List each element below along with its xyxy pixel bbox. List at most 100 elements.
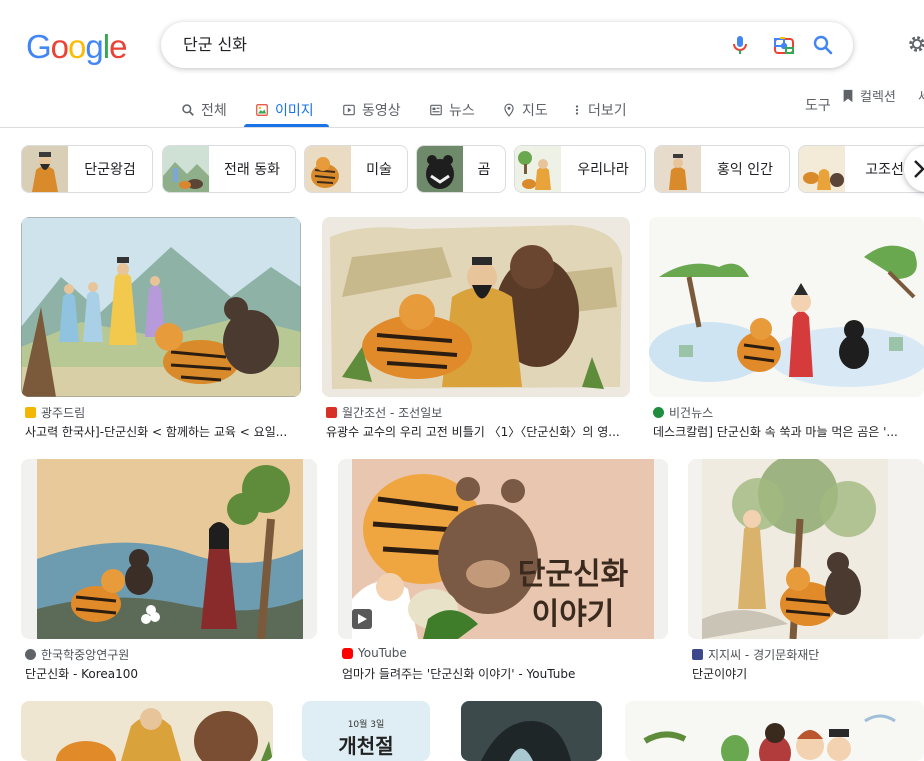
thumb-text-line2: 이야기	[532, 597, 615, 632]
result-tile[interactable]: 단군신화 이야기 YouTube 엄마가 들려주는 '단군신화 이야기' - Y…	[338, 459, 668, 685]
result-tile[interactable]: 10월 3일 개천절	[302, 701, 430, 761]
tab-all-label: 전체	[201, 103, 227, 119]
chip-thumbnail	[655, 146, 701, 192]
google-logo[interactable]: Google	[26, 28, 127, 66]
source-favicon	[25, 649, 36, 660]
result-image[interactable]	[21, 701, 273, 761]
source-favicon	[25, 407, 36, 418]
chip-thumbnail	[515, 146, 561, 192]
result-tile[interactable]: 지지씨 - 경기문화재단 단군이야기	[688, 459, 924, 685]
search-input[interactable]	[183, 22, 703, 68]
chevron-right-icon	[914, 160, 924, 178]
chip-folk-tale[interactable]: 전래 동화	[162, 145, 296, 193]
thumb-text-line1: 단군신화	[518, 557, 629, 592]
result-source-label: 한국학중앙연구원	[41, 648, 130, 662]
tab-all[interactable]: 전체	[181, 94, 227, 126]
result-title[interactable]: 유광수 교수의 우리 고전 비틀기 〈1〉〈단군신화〉의 영...	[326, 423, 630, 440]
result-tile[interactable]: 광주드림 사고력 한국사]-단군신화 < 함께하는 교육 < 요일...	[21, 217, 301, 443]
result-title[interactable]: 데스크칼럼] 단군신화 속 쑥과 마늘 먹은 곰은 '...	[653, 423, 915, 440]
result-source[interactable]: 광주드림	[25, 404, 85, 421]
tab-images-label: 이미지	[275, 103, 314, 119]
result-title[interactable]: 단군이야기	[692, 665, 924, 682]
thumb-date-text: 10월 3일	[348, 718, 385, 730]
result-image[interactable]	[21, 217, 301, 397]
tab-videos[interactable]: 동영상	[342, 94, 401, 126]
result-title[interactable]: 사고력 한국사]-단군신화 < 함께하는 교육 < 요일...	[25, 423, 301, 440]
chip-thumbnail	[417, 146, 463, 192]
result-source[interactable]: 한국학중앙연구원	[25, 646, 129, 663]
result-tile[interactable]	[21, 701, 273, 761]
collections-label: 컬렉션	[860, 90, 896, 105]
tab-news[interactable]: 뉴스	[429, 94, 475, 126]
microphone-icon[interactable]	[728, 33, 752, 57]
search-tabs: 전체 이미지 동영상 뉴스 지도 더보기	[0, 88, 924, 128]
result-source-label: 광주드림	[41, 406, 86, 420]
tab-images[interactable]: 이미지	[255, 94, 314, 126]
thumb-title-text: 개천절	[338, 734, 393, 758]
play-icon	[343, 104, 355, 116]
news-icon	[430, 104, 442, 116]
tab-videos-label: 동영상	[362, 103, 401, 119]
chip-bear[interactable]: 곰	[416, 145, 506, 193]
logo-letter-e: e	[109, 28, 127, 65]
source-favicon	[692, 649, 703, 660]
search-icon[interactable]	[811, 33, 835, 57]
result-source-label: 지지씨 - 경기문화재단	[708, 648, 820, 662]
chip-hongik-ingan[interactable]: 홍익 인간	[654, 145, 790, 193]
more-vert-icon	[575, 105, 579, 115]
result-source[interactable]: 월간조선 - 조선일보	[326, 404, 442, 421]
result-image[interactable]	[688, 459, 924, 639]
source-favicon	[653, 407, 664, 418]
settings-gear-icon[interactable]	[906, 33, 924, 55]
result-image[interactable]	[625, 701, 924, 761]
chip-dangun-wanggeom[interactable]: 단군왕검	[21, 145, 153, 193]
result-title[interactable]: 단군신화 - Korea100	[25, 665, 317, 682]
tab-news-label: 뉴스	[449, 103, 475, 119]
collections-button[interactable]: 컬렉션	[842, 86, 896, 105]
bookmark-icon	[843, 89, 853, 102]
chip-thumbnail	[305, 146, 351, 192]
tab-maps[interactable]: 지도	[502, 94, 548, 126]
result-tile[interactable]: 월간조선 - 조선일보 유광수 교수의 우리 고전 비틀기 〈1〉〈단군신화〉의…	[322, 217, 630, 443]
result-tile[interactable]: 한국학중앙연구원 단군신화 - Korea100	[21, 459, 317, 685]
logo-letter-o1: o	[50, 28, 69, 65]
source-favicon	[326, 407, 337, 418]
result-tile[interactable]: 비건뉴스 데스크칼럼] 단군신화 속 쑥과 마늘 먹은 곰은 '...	[649, 217, 924, 443]
result-source[interactable]: 비건뉴스	[653, 404, 713, 421]
camera-lens-icon[interactable]	[772, 33, 796, 57]
image-icon	[256, 104, 268, 116]
result-source[interactable]: YouTube	[342, 646, 407, 660]
result-title[interactable]: 엄마가 들려주는 '단군신화 이야기' - YouTube	[342, 665, 668, 682]
header-divider	[0, 127, 924, 128]
result-image[interactable]	[21, 459, 317, 639]
search-icon	[182, 104, 194, 116]
tab-maps-label: 지도	[522, 103, 548, 119]
logo-letter-g: G	[26, 28, 52, 65]
chip-our-country[interactable]: 우리나라	[514, 145, 646, 193]
chip-thumbnail	[22, 146, 68, 192]
safesearch-button[interactable]: 세	[918, 86, 924, 105]
map-pin-icon	[504, 103, 514, 117]
search-box[interactable]	[161, 22, 853, 68]
result-image[interactable]	[649, 217, 924, 397]
logo-letter-g2: g	[85, 28, 103, 65]
youtube-icon	[342, 647, 353, 659]
result-image[interactable]	[322, 217, 630, 397]
tab-more[interactable]: 더보기	[572, 94, 627, 126]
chip-art[interactable]: 미술	[304, 145, 408, 193]
chip-thumbnail	[799, 146, 845, 192]
result-image[interactable]	[461, 701, 602, 761]
chip-thumbnail	[163, 146, 209, 192]
result-source-label: 월간조선 - 조선일보	[342, 406, 443, 420]
result-image[interactable]: 단군신화 이야기	[338, 459, 668, 639]
result-tile[interactable]	[625, 701, 924, 761]
result-source-label: 비건뉴스	[669, 406, 714, 420]
result-source[interactable]: 지지씨 - 경기문화재단	[692, 646, 819, 663]
result-tile[interactable]	[461, 701, 602, 761]
tab-more-label: 더보기	[588, 103, 627, 119]
chip-label: 우리나라	[577, 162, 629, 178]
tools-button[interactable]: 도구	[805, 95, 831, 115]
chip-label: 단군왕검	[84, 162, 136, 178]
result-image[interactable]: 10월 3일 개천절	[302, 701, 430, 761]
chip-label: 전래 동화	[224, 162, 280, 178]
